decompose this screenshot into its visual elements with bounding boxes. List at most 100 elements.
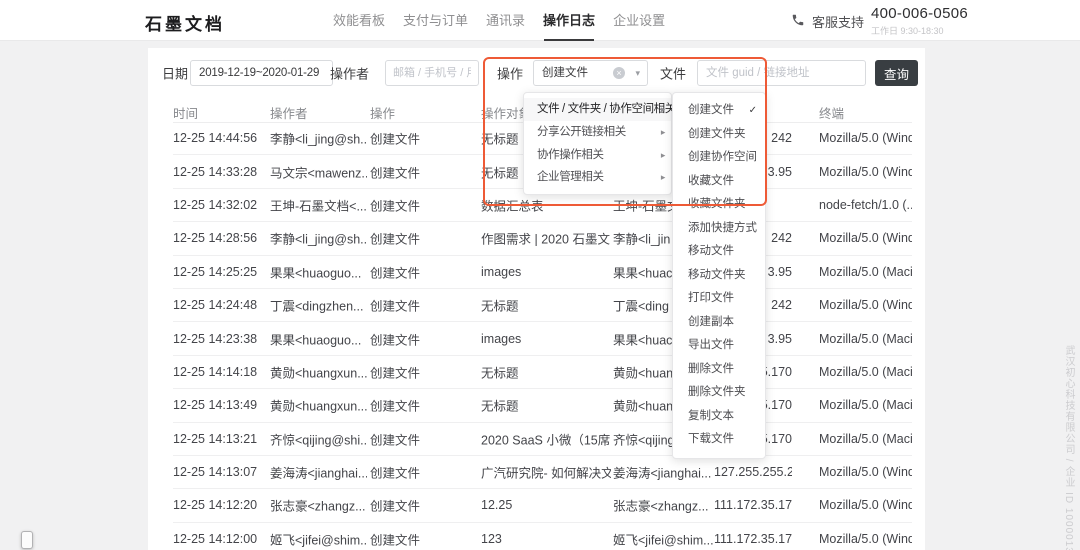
operator-filter-label: 操作者 xyxy=(330,64,369,83)
cell-owner: 姜海涛<jianghai... xyxy=(613,463,713,482)
menu-option-item[interactable]: 创建副本 xyxy=(673,311,765,335)
cell-ip: 111.172.35.170 xyxy=(714,498,792,512)
company-watermark: 武汉初心科技有限公司 / 企业 ID 1000013 xyxy=(1061,345,1076,550)
cell-operator: 李静<li_jing@sh... xyxy=(270,129,367,148)
cell-action: 创建文件 xyxy=(370,129,470,148)
menu-group-item[interactable]: 文件 / 文件夹 / 协作空间相关 xyxy=(524,98,671,121)
table-row[interactable]: 12-25 14:13:07 姜海涛<jianghai... 创建文件 广汽研究… xyxy=(173,456,912,489)
nav-item[interactable]: 通讯录 xyxy=(486,0,525,41)
cell-action: 创建文件 xyxy=(370,229,470,248)
cell-action: 创建文件 xyxy=(370,262,470,281)
table-row[interactable]: 12-25 14:28:56 李静<li_jing@sh... 创建文件 作图需… xyxy=(173,222,912,255)
cell-object: images xyxy=(481,265,611,279)
cell-action: 创建文件 xyxy=(370,195,470,214)
menu-option-label: 删除文件 xyxy=(688,363,734,375)
cell-action: 创建文件 xyxy=(370,529,470,548)
cell-terminal: Mozilla/5.0 (Maci... xyxy=(819,365,912,379)
col-header-terminal: 终端 xyxy=(819,103,844,122)
cell-time: 12-25 14:28:56 xyxy=(173,231,269,245)
menu-option-label: 导出文件 xyxy=(688,339,734,351)
cell-object: 作图需求 | 2020 石墨文... xyxy=(481,229,611,248)
menu-option-item[interactable]: 下载文件 xyxy=(673,428,765,452)
table-row[interactable]: 12-25 14:23:38 果果<huaoguo... 创建文件 images… xyxy=(173,322,912,355)
menu-group-label: 文件 / 文件夹 / 协作空间相关 xyxy=(537,103,676,115)
cell-time: 12-25 14:33:28 xyxy=(173,165,269,179)
clear-icon[interactable] xyxy=(613,67,625,79)
screenshot-thumbnail[interactable] xyxy=(21,531,33,549)
cell-terminal: Mozilla/5.0 (Maci... xyxy=(819,332,912,346)
nav-item[interactable]: 操作日志 xyxy=(543,0,595,41)
cell-action: 创建文件 xyxy=(370,296,470,315)
nav-item[interactable]: 支付与订单 xyxy=(403,0,468,41)
menu-option-item[interactable]: 移动文件 xyxy=(673,240,765,264)
menu-option-label: 删除文件夹 xyxy=(688,386,746,398)
cell-operator: 张志豪<zhangz... xyxy=(270,496,367,515)
nav-item[interactable]: 效能看板 xyxy=(333,0,385,41)
table-row[interactable]: 12-25 14:14:18 黄勋<huangxun... 创建文件 无标题 黄… xyxy=(173,356,912,389)
table-row[interactable]: 12-25 14:13:21 齐惊<qijing@shi... 创建文件 202… xyxy=(173,423,912,456)
cell-terminal: Mozilla/5.0 (Maci... xyxy=(819,265,912,279)
nav-item[interactable]: 企业设置 xyxy=(613,0,665,41)
menu-group-label: 企业管理相关 xyxy=(537,171,604,183)
menu-option-item[interactable]: 删除文件夹 xyxy=(673,381,765,405)
submenu-arrow-icon xyxy=(661,166,665,189)
cell-time: 12-25 14:12:20 xyxy=(173,498,269,512)
action-menu-groups: 文件 / 文件夹 / 协作空间相关 分享公开链接相关 协作操作相关 企业管理相关 xyxy=(523,92,672,195)
cell-time: 12-25 14:32:02 xyxy=(173,198,269,212)
cell-terminal: Mozilla/5.0 (Wind... xyxy=(819,298,912,312)
col-header-time: 时间 xyxy=(173,103,198,122)
cell-operator: 果果<huaoguo... xyxy=(270,329,367,348)
menu-group-item[interactable]: 协作操作相关 xyxy=(524,144,671,167)
support-phone: 400-006-0506 xyxy=(871,4,968,23)
submenu-arrow-icon xyxy=(661,121,665,144)
menu-option-item[interactable]: 打印文件 xyxy=(673,287,765,311)
cell-terminal: Mozilla/5.0 (Wind... xyxy=(819,231,912,245)
table-row[interactable]: 12-25 14:13:49 黄勋<huangxun... 创建文件 无标题 黄… xyxy=(173,389,912,422)
menu-option-item[interactable]: 创建文件 xyxy=(673,99,765,123)
menu-option-item[interactable]: 复制文本 xyxy=(673,405,765,429)
cell-terminal: Mozilla/5.0 (Wind... xyxy=(819,165,912,179)
support-block: 客服支持 400-006-0506 工作日 9:30-18:30 xyxy=(791,4,968,37)
operator-input[interactable] xyxy=(385,60,479,86)
submenu-arrow-icon xyxy=(661,144,665,167)
table-row[interactable]: 12-25 14:24:48 丁震<dingzhen... 创建文件 无标题 丁… xyxy=(173,289,912,322)
date-range-input[interactable] xyxy=(190,60,333,86)
cell-operator: 马文宗<mawenz... xyxy=(270,162,367,181)
table-row[interactable]: 12-25 14:12:00 姬飞<jifei@shim... 创建文件 123… xyxy=(173,523,912,550)
menu-option-item[interactable]: 移动文件夹 xyxy=(673,264,765,288)
menu-group-item[interactable]: 企业管理相关 xyxy=(524,166,671,189)
cell-operator: 丁震<dingzhen... xyxy=(270,296,367,315)
action-select[interactable]: 创建文件 xyxy=(533,60,648,86)
cell-time: 12-25 14:13:49 xyxy=(173,398,269,412)
menu-group-item[interactable]: 分享公开链接相关 xyxy=(524,121,671,144)
cell-operator: 姜海涛<jianghai... xyxy=(270,463,367,482)
menu-option-item[interactable]: 收藏文件 xyxy=(673,170,765,194)
chevron-down-icon xyxy=(635,61,640,85)
menu-option-item[interactable]: 导出文件 xyxy=(673,334,765,358)
cell-time: 12-25 14:13:07 xyxy=(173,465,269,479)
support-hours: 工作日 9:30-18:30 xyxy=(871,24,968,37)
action-select-value: 创建文件 xyxy=(542,67,588,79)
cell-object: 无标题 xyxy=(481,296,611,315)
menu-group-label: 协作操作相关 xyxy=(537,149,604,161)
menu-option-label: 收藏文件夹 xyxy=(688,198,746,210)
cell-action: 创建文件 xyxy=(370,329,470,348)
query-button[interactable]: 查询 xyxy=(875,60,918,86)
menu-option-item[interactable]: 创建文件夹 xyxy=(673,123,765,147)
menu-option-label: 创建文件 xyxy=(688,104,734,116)
cell-action: 创建文件 xyxy=(370,429,470,448)
date-filter-label: 日期 xyxy=(162,64,188,83)
table-row[interactable]: 12-25 14:25:25 果果<huaoguo... 创建文件 images… xyxy=(173,256,912,289)
menu-option-item[interactable]: 创建协作空间 xyxy=(673,146,765,170)
menu-option-label: 打印文件 xyxy=(688,292,734,304)
cell-time: 12-25 14:13:21 xyxy=(173,432,269,446)
cell-action: 创建文件 xyxy=(370,396,470,415)
table-row[interactable]: 12-25 14:12:20 张志豪<zhangz... 创建文件 12.25 … xyxy=(173,489,912,522)
menu-option-item[interactable]: 添加快捷方式 xyxy=(673,217,765,241)
col-header-operator: 操作者 xyxy=(270,103,308,122)
menu-option-item[interactable]: 删除文件 xyxy=(673,358,765,382)
top-bar: 石墨文档 效能看板 支付与订单 通讯录 操作日志 企业设置 客服支持 400-0… xyxy=(0,0,1080,41)
menu-option-item[interactable]: 收藏文件夹 xyxy=(673,193,765,217)
cell-terminal: Mozilla/5.0 (Wind... xyxy=(819,131,912,145)
file-guid-input[interactable] xyxy=(697,60,866,86)
